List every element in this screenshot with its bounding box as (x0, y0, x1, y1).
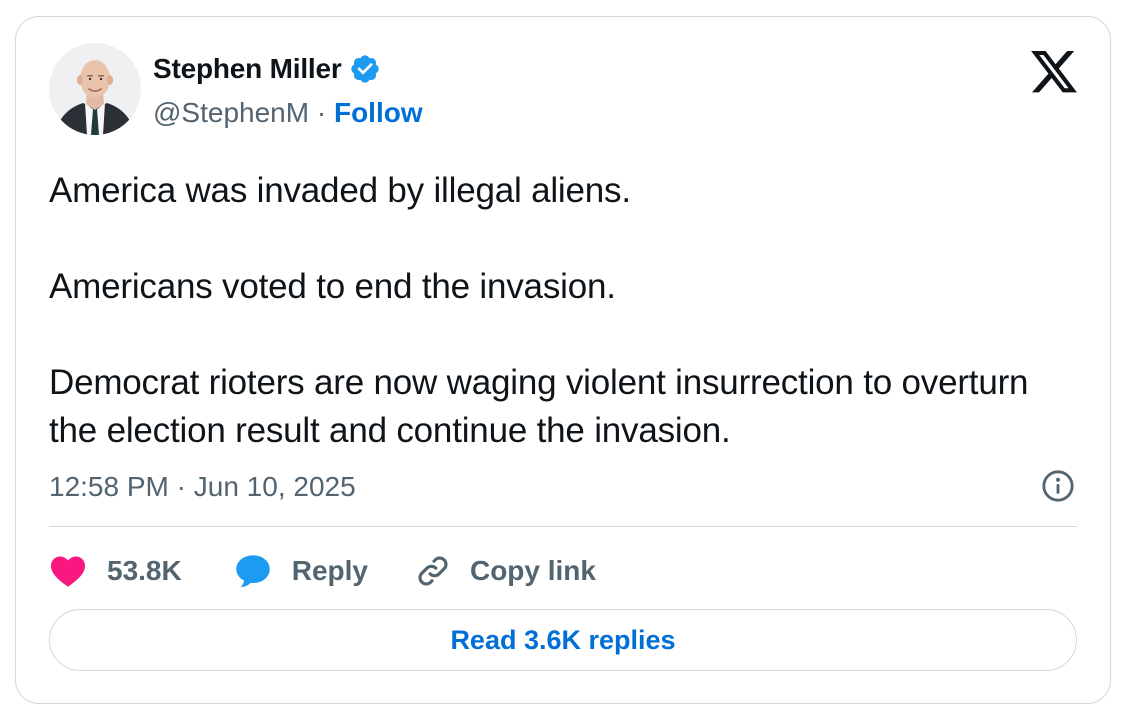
author-name[interactable]: Stephen Miller (153, 53, 342, 85)
read-replies-button[interactable]: Read 3.6K replies (49, 609, 1077, 671)
link-icon (418, 556, 448, 586)
divider (49, 526, 1077, 527)
copy-link-button[interactable]: Copy link (414, 552, 596, 590)
heart-icon (51, 556, 85, 587)
like-button[interactable]: 53.8K (49, 554, 182, 588)
handle-separator: · (316, 97, 327, 128)
verified-badge-icon (350, 55, 379, 83)
info-icon[interactable] (1041, 469, 1075, 503)
author-handle[interactable]: @StephenM (153, 97, 309, 128)
tweet-actions: 53.8K Reply Copy link (49, 549, 596, 593)
timestamp-separator: · (176, 471, 186, 502)
copy-link-label: Copy link (469, 555, 596, 586)
tweet-embed-card: Stephen Miller @StephenM · Follow Americ… (15, 16, 1111, 704)
like-count: 53.8K (107, 555, 182, 586)
reply-bubble-icon (235, 555, 270, 588)
reply-button[interactable]: Reply (234, 553, 368, 589)
avatar[interactable] (49, 43, 141, 135)
author-name-row: Stephen Miller (153, 53, 381, 85)
author-handle-row: @StephenM · Follow (153, 97, 423, 129)
tweet-paragraph: America was invaded by illegal aliens. (49, 171, 631, 210)
tweet-date: Jun 10, 2025 (193, 471, 356, 502)
tweet-paragraph: Democrat rioters are now waging violent … (49, 363, 1029, 450)
avatar-image (49, 43, 141, 135)
tweet-time: 12:58 PM (49, 471, 169, 502)
follow-button[interactable]: Follow (334, 97, 423, 128)
tweet-timestamp[interactable]: 12:58 PM · Jun 10, 2025 (49, 471, 356, 503)
reply-label: Reply (291, 555, 368, 586)
tweet-text: America was invaded by illegal aliens. A… (49, 167, 1049, 455)
tweet-paragraph: Americans voted to end the invasion. (49, 267, 616, 306)
x-logo-icon[interactable] (1031, 51, 1077, 93)
